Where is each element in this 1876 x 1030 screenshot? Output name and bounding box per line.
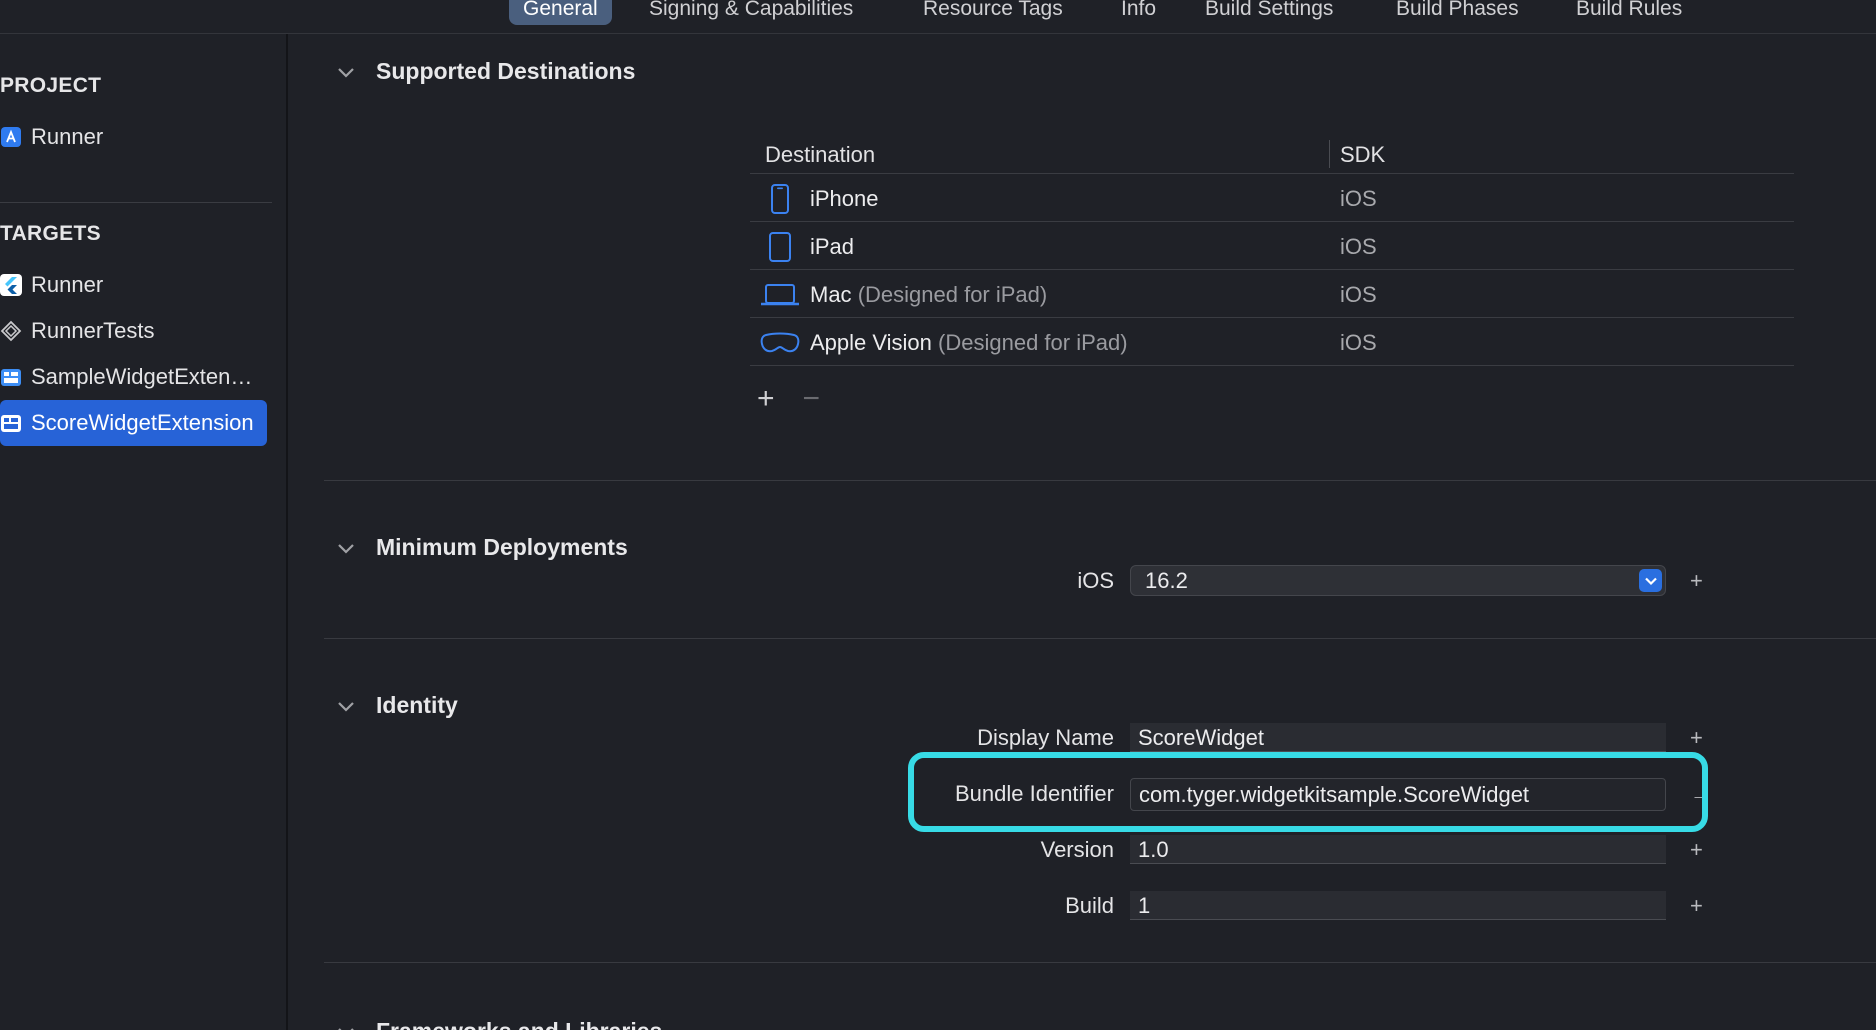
- tab-build-phases[interactable]: Build Phases: [1396, 0, 1519, 25]
- destination-name: iPad: [810, 234, 855, 259]
- tab-build-rules[interactable]: Build Rules: [1576, 0, 1682, 25]
- column-separator: [1329, 140, 1330, 168]
- version-field[interactable]: 1.0: [1130, 835, 1666, 864]
- sidebar-item-label: SampleWidgetExtension: [31, 364, 256, 389]
- version-add-button[interactable]: +: [1690, 837, 1703, 863]
- table-row[interactable]: iPad iOS: [750, 222, 1794, 270]
- sidebar-item-label: ScoreWidgetExtension: [31, 410, 254, 435]
- minimum-deployments-toggle[interactable]: Minimum Deployments: [336, 534, 628, 561]
- ios-deployment-value: 16.2: [1145, 568, 1188, 593]
- section-title: Minimum Deployments: [376, 534, 628, 560]
- tab-general[interactable]: General: [509, 0, 612, 25]
- section-title: Supported Destinations: [376, 58, 636, 84]
- destination-sdk: iOS: [1340, 282, 1377, 307]
- frameworks-libraries-toggle[interactable]: Frameworks and Libraries: [336, 1018, 662, 1030]
- build-label: Build: [1065, 893, 1114, 918]
- sidebar-divider: [0, 202, 272, 203]
- project-section-header: PROJECT: [0, 74, 102, 97]
- sidebar-item-label: RunnerTests: [31, 318, 155, 343]
- ios-deployment-select[interactable]: 16.2: [1130, 565, 1666, 596]
- flutter-icon: [0, 274, 22, 296]
- vision-pro-icon: [760, 328, 800, 358]
- section-divider: [324, 638, 1876, 639]
- identity-toggle[interactable]: Identity: [336, 692, 458, 719]
- destination-sdk: iOS: [1340, 234, 1377, 259]
- sidebar-item-target-runnertests[interactable]: RunnerTests: [0, 308, 267, 354]
- display-name-add-button[interactable]: +: [1690, 725, 1703, 751]
- general-settings-pane: Supported Destinations Destination SDK i…: [290, 34, 1876, 1030]
- chevron-down-icon: [338, 1027, 354, 1030]
- app-store-icon: [0, 126, 22, 148]
- tab-signing-capabilities[interactable]: Signing & Capabilities: [649, 0, 853, 25]
- display-name-field[interactable]: ScoreWidget: [1130, 723, 1666, 752]
- tab-info[interactable]: Info: [1121, 0, 1156, 25]
- build-field[interactable]: 1: [1130, 891, 1666, 920]
- add-deployment-button[interactable]: +: [1690, 568, 1703, 594]
- destinations-table: Destination SDK iPhone iOS iPad iOS Mac …: [750, 134, 1794, 366]
- section-title: Frameworks and Libraries: [376, 1018, 662, 1030]
- column-header-destination[interactable]: Destination: [765, 142, 875, 168]
- mac-icon: [760, 280, 800, 310]
- ios-deployment-label: iOS: [1077, 568, 1114, 593]
- ipad-icon: [760, 232, 800, 262]
- destination-add-remove: + −: [757, 384, 820, 414]
- test-bundle-icon: [0, 320, 22, 342]
- add-destination-button[interactable]: +: [757, 384, 775, 414]
- table-row[interactable]: Apple Vision (Designed for iPad) iOS: [750, 318, 1794, 366]
- section-divider: [324, 962, 1876, 963]
- destination-note: (Designed for iPad): [857, 282, 1048, 307]
- destination-name: Apple Vision: [810, 330, 932, 355]
- destination-name: Mac: [810, 282, 852, 307]
- table-row[interactable]: Mac (Designed for iPad) iOS: [750, 270, 1794, 318]
- targets-section-header: TARGETS: [0, 222, 101, 245]
- editor-tab-bar: General Signing & Capabilities Resource …: [0, 0, 1876, 34]
- destination-name: iPhone: [810, 186, 879, 211]
- destination-sdk: iOS: [1340, 330, 1377, 355]
- xcode-target-editor: General Signing & Capabilities Resource …: [0, 0, 1876, 1030]
- chevron-down-icon: [338, 543, 354, 554]
- widget-extension-icon: [0, 412, 22, 434]
- sidebar-item-label: Runner: [31, 272, 104, 297]
- tab-build-settings[interactable]: Build Settings: [1205, 0, 1333, 25]
- sidebar-item-project-runner[interactable]: Runner: [0, 114, 267, 160]
- table-header: Destination SDK: [750, 134, 1794, 174]
- project-target-sidebar: PROJECT Runner TARGETS Runner RunnerTest…: [0, 34, 288, 1030]
- chevron-down-icon: [1639, 569, 1662, 592]
- version-label: Version: [1040, 837, 1114, 862]
- sidebar-item-label: Runner: [31, 124, 104, 149]
- supported-destinations-toggle[interactable]: Supported Destinations: [336, 58, 635, 85]
- display-name-label: Display Name: [977, 725, 1114, 750]
- tab-resource-tags[interactable]: Resource Tags: [923, 0, 1063, 25]
- section-divider: [324, 480, 1876, 481]
- bundle-identifier-highlight: [908, 752, 1708, 832]
- widget-extension-icon: [0, 366, 22, 388]
- table-row[interactable]: iPhone iOS: [750, 174, 1794, 222]
- sidebar-item-target-scorewidgetextension[interactable]: ScoreWidgetExtension: [0, 400, 267, 446]
- destination-sdk: iOS: [1340, 186, 1377, 211]
- iphone-icon: [760, 184, 800, 214]
- destination-note: (Designed for iPad): [938, 330, 1128, 355]
- sidebar-item-target-samplewidgetextension[interactable]: SampleWidgetExtension: [0, 354, 267, 400]
- chevron-down-icon: [338, 67, 354, 78]
- column-header-sdk[interactable]: SDK: [1340, 142, 1385, 168]
- build-add-button[interactable]: +: [1690, 893, 1703, 919]
- remove-destination-button[interactable]: −: [803, 384, 821, 414]
- sidebar-item-target-runner[interactable]: Runner: [0, 262, 267, 308]
- chevron-down-icon: [338, 701, 354, 712]
- section-title: Identity: [376, 692, 458, 718]
